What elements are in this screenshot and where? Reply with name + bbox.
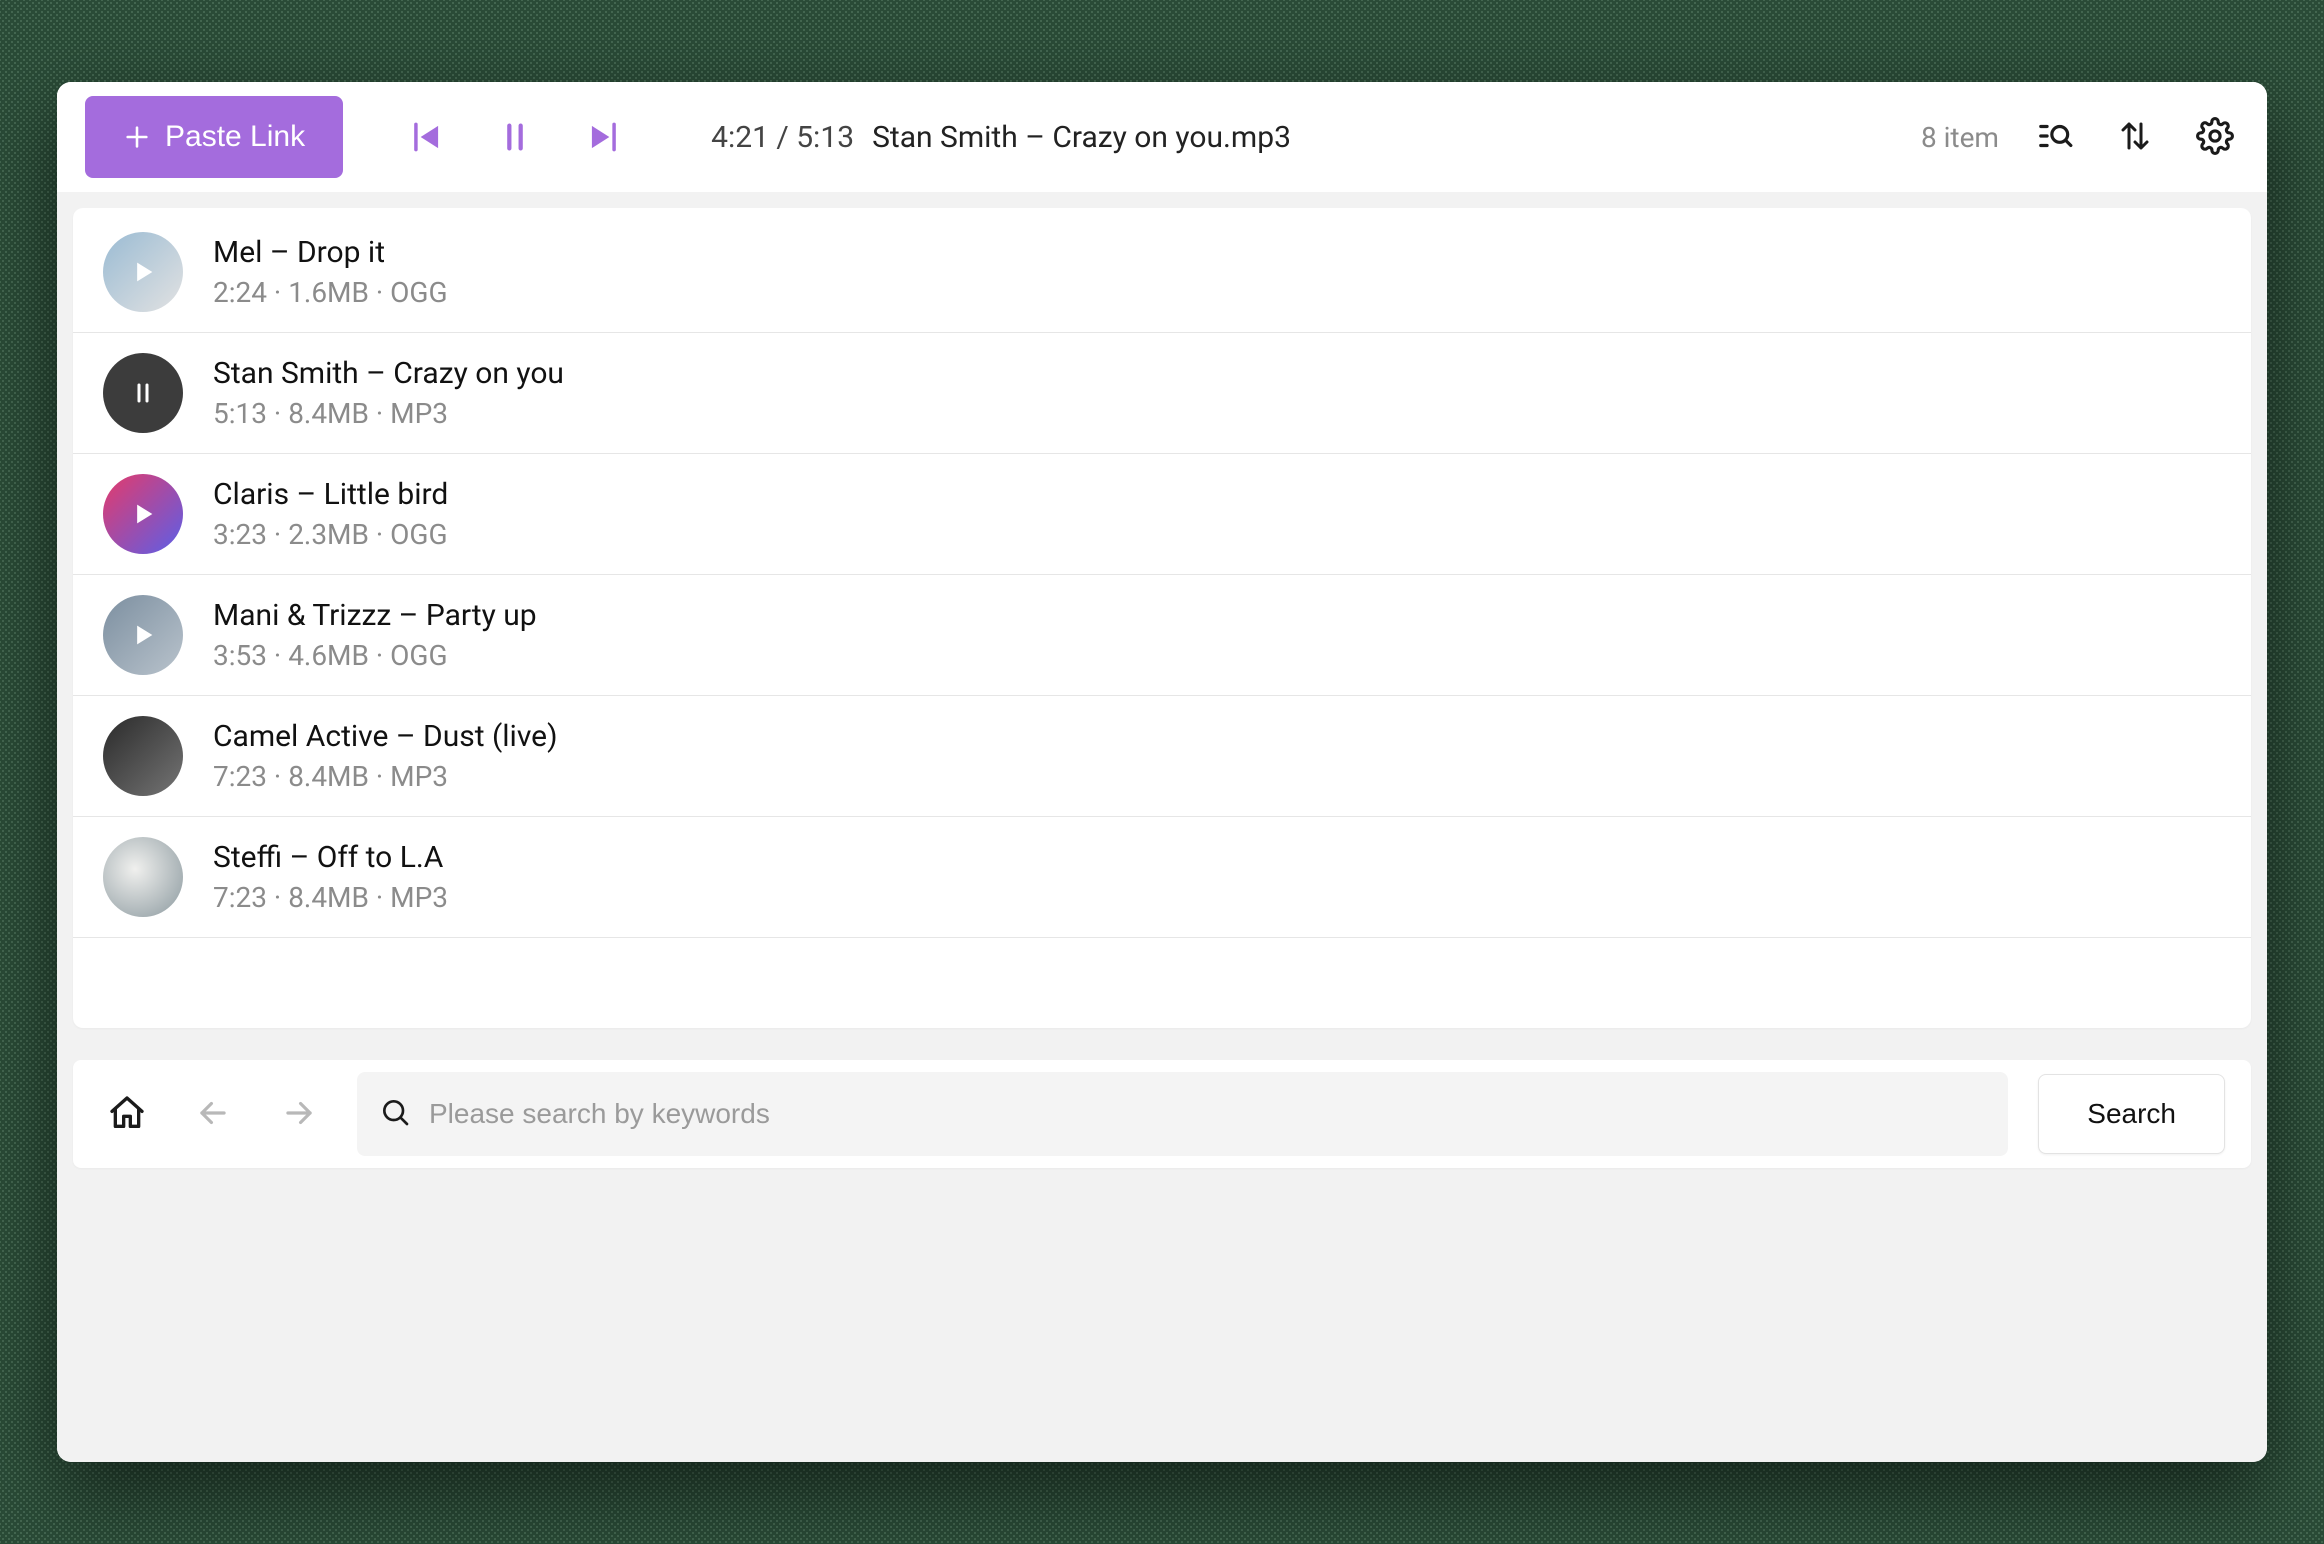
previous-track-button[interactable]	[383, 93, 471, 181]
track-title: Stan Smith – Crazy on you	[213, 356, 564, 391]
arrow-left-icon	[194, 1094, 232, 1135]
track-meta: Steffi – Off to L.A 7:23 · 8.4MB · MP3	[213, 840, 448, 914]
track-subtitle: 2:24 · 1.6MB · OGG	[213, 276, 448, 309]
track-subtitle: 3:53 · 4.6MB · OGG	[213, 639, 537, 672]
track-subtitle: 7:23 · 8.4MB · MP3	[213, 760, 558, 793]
pause-icon	[103, 353, 183, 433]
track-row[interactable]: Mel – Drop it 2:24 · 1.6MB · OGG	[73, 208, 2251, 333]
gear-icon	[2196, 117, 2234, 158]
skip-forward-icon	[584, 118, 622, 156]
track-meta: Mani & Trizzz – Party up 3:53 · 4.6MB · …	[213, 598, 537, 672]
sort-icon	[2117, 118, 2153, 157]
track-row[interactable]: Stan Smith – Crazy on you 5:13 · 8.4MB ·…	[73, 333, 2251, 454]
forward-button[interactable]	[271, 1086, 327, 1142]
toolbar-right: 8 item	[1921, 113, 2239, 161]
transport-controls	[383, 93, 647, 181]
search-field[interactable]	[357, 1072, 2008, 1156]
play-icon	[103, 474, 183, 554]
track-thumbnail[interactable]	[103, 474, 183, 554]
track-thumbnail[interactable]	[103, 353, 183, 433]
track-meta: Mel – Drop it 2:24 · 1.6MB · OGG	[213, 235, 448, 309]
track-row[interactable]: Camel Active – Dust (live) 7:23 · 8.4MB …	[73, 696, 2251, 817]
track-row[interactable]: Mani & Trizzz – Party up 3:53 · 4.6MB · …	[73, 575, 2251, 696]
track-row[interactable]: Claris – Little bird 3:23 · 2.3MB · OGG	[73, 454, 2251, 575]
skip-back-icon	[408, 118, 446, 156]
track-thumbnail[interactable]	[103, 232, 183, 312]
item-count: 8 item	[1921, 121, 1999, 154]
track-thumbnail[interactable]	[103, 837, 183, 917]
track-subtitle: 7:23 · 8.4MB · MP3	[213, 881, 448, 914]
playback-position: 4:21 / 5:13	[711, 120, 854, 155]
content-area: Mel – Drop it 2:24 · 1.6MB · OGG Stan Sm…	[57, 192, 2267, 1462]
search-button[interactable]: Search	[2038, 1074, 2225, 1154]
filter-list-button[interactable]	[2031, 113, 2079, 161]
settings-button[interactable]	[2191, 113, 2239, 161]
paste-link-button[interactable]: Paste Link	[85, 96, 343, 178]
app-window: Paste Link 4:21 / 5:13 Stan Smith – C	[57, 82, 2267, 1462]
now-playing: 4:21 / 5:13 Stan Smith – Crazy on you.mp…	[711, 120, 1291, 155]
sort-button[interactable]	[2111, 113, 2159, 161]
play-pause-button[interactable]	[471, 93, 559, 181]
home-button[interactable]	[99, 1086, 155, 1142]
search-icon	[379, 1096, 411, 1132]
plus-icon	[123, 123, 151, 151]
next-track-button[interactable]	[559, 93, 647, 181]
track-title: Mel – Drop it	[213, 235, 448, 270]
list-search-icon	[2036, 117, 2074, 158]
track-title: Camel Active – Dust (live)	[213, 719, 558, 754]
search-input[interactable]	[429, 1098, 1986, 1130]
pause-icon	[498, 120, 532, 154]
track-meta: Claris – Little bird 3:23 · 2.3MB · OGG	[213, 477, 448, 551]
track-list[interactable]: Mel – Drop it 2:24 · 1.6MB · OGG Stan Sm…	[73, 208, 2251, 1028]
track-title: Mani & Trizzz – Party up	[213, 598, 537, 633]
play-icon	[103, 595, 183, 675]
now-playing-title: Stan Smith – Crazy on you.mp3	[872, 120, 1291, 155]
paste-link-label: Paste Link	[165, 120, 305, 154]
track-meta: Stan Smith – Crazy on you 5:13 · 8.4MB ·…	[213, 356, 564, 430]
track-subtitle: 5:13 · 8.4MB · MP3	[213, 397, 564, 430]
search-button-label: Search	[2087, 1098, 2176, 1129]
play-icon	[103, 232, 183, 312]
track-subtitle: 3:23 · 2.3MB · OGG	[213, 518, 448, 551]
arrow-right-icon	[280, 1094, 318, 1135]
track-row[interactable]: Steffi – Off to L.A 7:23 · 8.4MB · MP3	[73, 817, 2251, 938]
home-icon	[107, 1093, 147, 1136]
track-title: Claris – Little bird	[213, 477, 448, 512]
track-meta: Camel Active – Dust (live) 7:23 · 8.4MB …	[213, 719, 558, 793]
track-thumbnail[interactable]	[103, 716, 183, 796]
bottom-bar: Search	[73, 1060, 2251, 1168]
toolbar: Paste Link 4:21 / 5:13 Stan Smith – C	[57, 82, 2267, 192]
track-title: Steffi – Off to L.A	[213, 840, 448, 875]
track-thumbnail[interactable]	[103, 595, 183, 675]
back-button[interactable]	[185, 1086, 241, 1142]
